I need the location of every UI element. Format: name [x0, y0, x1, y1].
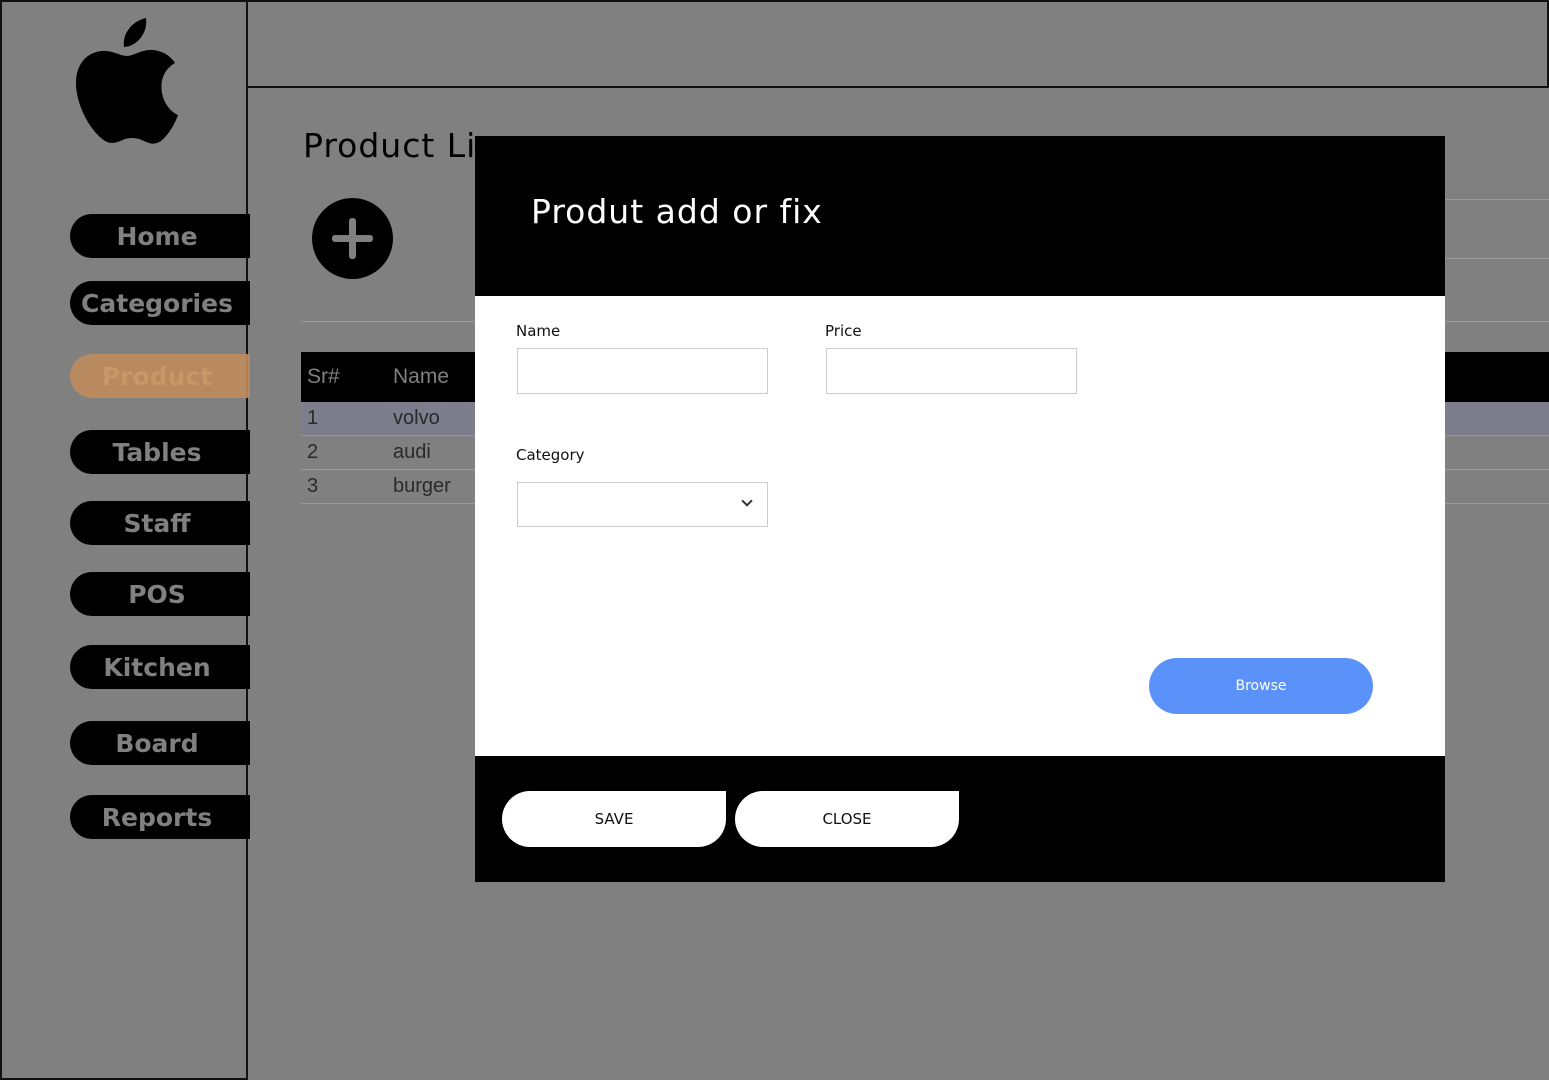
cell-sr: 2: [307, 441, 319, 463]
close-button[interactable]: CLOSE: [735, 791, 959, 847]
sidebar-item-home[interactable]: Home: [70, 214, 250, 258]
sidebar: Home Categories Product Tables Staff POS…: [0, 0, 250, 1080]
sidebar-item-categories[interactable]: Categories: [70, 281, 250, 325]
modal-header: Produt add or fix: [475, 136, 1445, 296]
price-input[interactable]: [826, 348, 1077, 394]
modal-title: Produt add or fix: [531, 192, 823, 231]
save-button[interactable]: SAVE: [502, 791, 726, 847]
category-select[interactable]: [517, 482, 768, 527]
category-label: Category: [516, 446, 585, 464]
modal-footer: SAVE CLOSE: [475, 756, 1445, 882]
sidebar-item-tables[interactable]: Tables: [70, 430, 250, 474]
cell-sr: 1: [307, 407, 319, 429]
sidebar-item-staff[interactable]: Staff: [70, 501, 250, 545]
sidebar-item-reports[interactable]: Reports: [70, 795, 250, 839]
sidebar-item-kitchen[interactable]: Kitchen: [70, 645, 250, 689]
add-product-button[interactable]: [312, 198, 393, 279]
column-header-sr: Sr#: [307, 365, 340, 388]
top-bar: [248, 0, 1549, 88]
sidebar-item-board[interactable]: Board: [70, 721, 250, 765]
price-label: Price: [825, 322, 862, 340]
product-modal: Produt add or fix Name Price Category Br…: [475, 136, 1445, 882]
page-title: Product Li: [303, 126, 477, 165]
name-input[interactable]: [517, 348, 768, 394]
cell-sr: 3: [307, 475, 319, 497]
browse-button[interactable]: Browse: [1149, 658, 1373, 714]
apple-logo-icon: [76, 18, 178, 144]
app-root: Home Categories Product Tables Staff POS…: [0, 0, 1549, 1080]
sidebar-item-product[interactable]: Product: [70, 354, 250, 398]
sidebar-item-pos[interactable]: POS: [70, 572, 250, 616]
divider: [1445, 199, 1549, 200]
name-label: Name: [516, 322, 561, 340]
chevron-down-icon: [741, 495, 753, 507]
divider: [1445, 258, 1549, 259]
